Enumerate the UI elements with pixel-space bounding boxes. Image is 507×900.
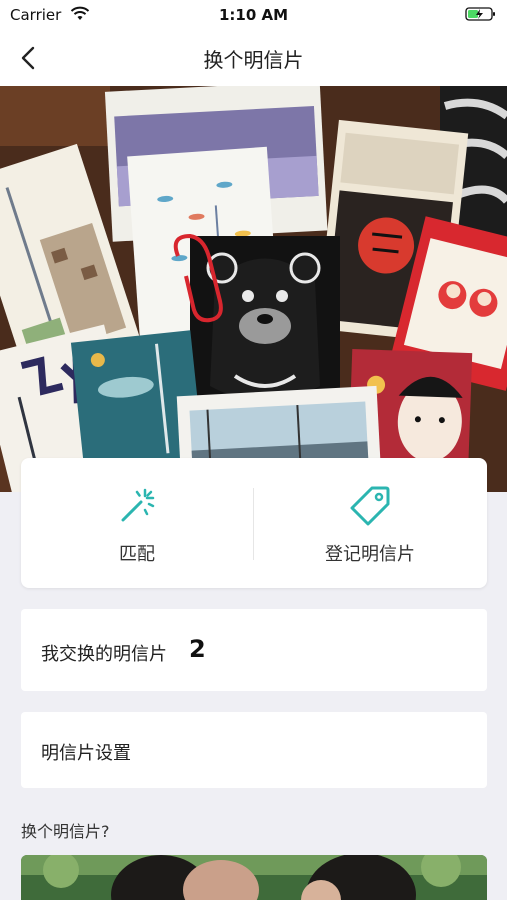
register-postcard-label: 登记明信片 [325,544,415,565]
action-card: 匹配 登记明信片 [21,458,487,588]
postcards-collage-photo [0,86,507,492]
my-exchanged-postcards-label: 我交换的明信片 [41,644,167,665]
navigation-bar: 换个明信片 [0,30,507,86]
clock: 1:10 AM [218,6,289,24]
magic-wand-icon [121,488,155,522]
page-title: 换个明信片 [203,48,304,72]
battery-charging-icon [465,7,495,21]
tag-icon [350,486,390,526]
postcard-settings-row[interactable]: 明信片设置 [21,712,487,788]
match-label: 匹配 [119,544,155,565]
people-photo [21,855,487,900]
register-postcard-button[interactable]: 登记明信片 [254,458,486,588]
my-exchanged-postcards-row[interactable]: 我交换的明信片 2 [21,609,487,691]
section-title: 换个明信片? [21,822,110,841]
status-bar: Carrier 1:10 AM [0,0,507,30]
match-button[interactable]: 匹配 [21,458,253,588]
postcard-settings-label: 明信片设置 [41,743,131,764]
exchanged-count: 2 [189,635,206,663]
